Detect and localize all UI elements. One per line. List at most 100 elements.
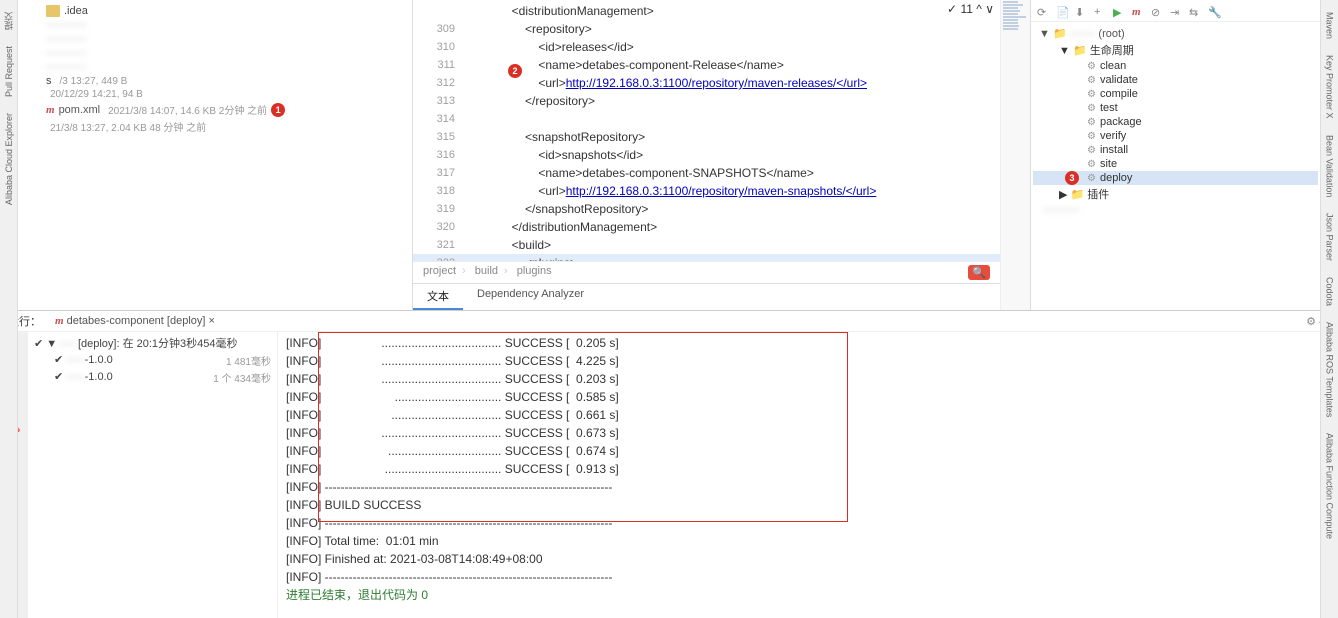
file-label: pom.xml — [59, 104, 101, 116]
console-line: [INFO] ---------------------------------… — [286, 568, 1312, 586]
code-line[interactable]: 315 <snapshotRepository> — [413, 128, 1000, 146]
tree-folder-idea[interactable]: .idea — [40, 4, 412, 18]
code-line[interactable]: 322 <plugins> — [413, 254, 1000, 261]
code-line[interactable]: 314 — [413, 110, 1000, 128]
run-tree-item[interactable]: ✔ ------1.0.0 1 个 434毫秒 — [30, 369, 275, 386]
gear-icon: ⚙ — [1087, 103, 1096, 114]
minimap[interactable] — [1000, 0, 1030, 310]
code-line[interactable]: 320 </distributionManagement> — [413, 218, 1000, 236]
refresh-icon[interactable]: ⟳ — [1037, 6, 1050, 19]
code-line[interactable]: 319 </snapshotRepository> — [413, 200, 1000, 218]
tree-file-pom[interactable]: m pom.xml 2021/3/8 14:07, 14.6 KB 2分钟 之前… — [40, 101, 412, 118]
code-line[interactable]: 316 <id>snapshots</id> — [413, 146, 1000, 164]
tree-item[interactable]: ----------- — [40, 32, 412, 46]
maven-item[interactable]: ---------- — [1033, 203, 1318, 217]
code-content: <name>detabes-component-SNAPSHOTS</name> — [465, 164, 814, 182]
breadcrumb[interactable]: project› build› plugins 🔍 — [413, 261, 1000, 283]
maven-goal-validate[interactable]: ⚙ validate — [1033, 73, 1318, 87]
code-content: <distributionManagement> — [465, 2, 654, 20]
tree-item[interactable]: 20/12/29 14:21, 94 B — [40, 88, 412, 101]
bc-item[interactable]: build — [475, 265, 498, 277]
side-tab-bean-validation[interactable]: Bean Validation — [1323, 129, 1337, 203]
side-tab-pull-request[interactable]: Pull Request — [2, 40, 16, 103]
run-icon[interactable]: ▶ — [1113, 6, 1126, 19]
add-icon[interactable]: + — [1094, 6, 1107, 19]
code-content: <id>releases</id> — [465, 38, 634, 56]
toggle-skip-tests-icon[interactable]: ⇥ — [1170, 6, 1183, 19]
maven-goal-site[interactable]: ⚙ site — [1033, 157, 1318, 171]
code-content: <build> — [465, 236, 551, 254]
bc-item[interactable]: project — [423, 265, 456, 277]
console-line: [INFO] .................................… — [286, 424, 1312, 442]
code-editor[interactable]: ✓ 11 ^ ∨ 2 <distributionManagement>309 <… — [413, 0, 1000, 310]
code-line[interactable]: 309 <repository> — [413, 20, 1000, 38]
tree-item[interactable]: ----------- — [40, 46, 412, 60]
collapse-icon[interactable]: ⇆ — [1189, 6, 1202, 19]
goal-label: deploy — [1100, 172, 1132, 184]
tab-text[interactable]: 文本 — [413, 284, 463, 310]
editor-bottom-tabs: 文本 Dependency Analyzer — [413, 283, 1000, 310]
gear-icon: ⚙ — [1087, 131, 1096, 142]
side-tab-json-parser[interactable]: Json Parser — [1323, 207, 1337, 267]
settings-icon[interactable]: 🔧 — [1208, 6, 1221, 19]
maven-root[interactable]: ▼ 📁 ------- (root) — [1033, 26, 1318, 41]
run-tree-root[interactable]: ✔ ▼ ---- [deploy]: 在 20:1分钟3秒454毫秒 — [30, 334, 275, 352]
code-line[interactable]: 311 <name>detabes-component-Release</nam… — [413, 56, 1000, 74]
search-icon[interactable]: 🔍 — [968, 265, 990, 280]
tree-item[interactable]: s /3 13:27, 449 B — [40, 74, 412, 88]
side-tab-alibaba-cloud[interactable]: Alibaba Cloud Explorer — [2, 107, 16, 211]
generate-sources-icon[interactable]: 📄 — [1056, 6, 1069, 19]
console-line: [INFO] .................................… — [286, 406, 1312, 424]
code-content: <url>http://192.168.0.3:1100/repository/… — [465, 182, 876, 200]
code-line[interactable]: 321 <build> — [413, 236, 1000, 254]
maven-plugins-node[interactable]: ▶ 📁 插件 — [1033, 185, 1318, 203]
gear-icon: ⚙ — [1087, 117, 1096, 128]
maven-goal-test[interactable]: ⚙ test — [1033, 101, 1318, 115]
side-tab-commit[interactable]: 提交 — [0, 6, 17, 36]
console-line: 进程已结束，退出代码为 0 — [286, 586, 1312, 604]
run-time: 1 个 434毫秒 — [213, 370, 271, 385]
code-content: <id>snapshots</id> — [465, 146, 643, 164]
code-line[interactable]: 312 <url>http://192.168.0.3:1100/reposit… — [413, 74, 1000, 92]
toggle-offline-icon[interactable]: ⊘ — [1151, 6, 1164, 19]
code-line[interactable]: 310 <id>releases</id> — [413, 38, 1000, 56]
tree-meta: 20/12/29 14:21, 94 B — [50, 89, 143, 100]
maven-icon[interactable]: m — [1132, 6, 1145, 19]
goal-label: test — [1100, 102, 1118, 114]
maven-goal-deploy[interactable]: 3⚙ deploy — [1033, 171, 1318, 185]
console-output[interactable]: [INFO] .................................… — [278, 332, 1320, 618]
maven-goal-package[interactable]: ⚙ package — [1033, 115, 1318, 129]
tab-dependency-analyzer[interactable]: Dependency Analyzer — [463, 284, 598, 310]
side-tab-alibaba-ros[interactable]: Alibaba ROS Templates — [1323, 316, 1337, 423]
goal-label: package — [1100, 116, 1142, 128]
gear-icon: ⚙ — [1087, 173, 1096, 184]
gear-icon: ⚙ — [1087, 159, 1096, 170]
maven-lifecycle[interactable]: ▼ 📁 生命周期 — [1033, 41, 1318, 59]
tree-item[interactable]: 21/3/8 13:27, 2.04 KB 48 分钟 之前 — [40, 118, 412, 135]
line-number: 320 — [413, 218, 465, 236]
code-content: <plugins> — [465, 254, 577, 261]
code-line[interactable]: <distributionManagement> — [413, 2, 1000, 20]
bc-item[interactable]: plugins — [517, 265, 552, 277]
line-number: 313 — [413, 92, 465, 110]
maven-goal-clean[interactable]: ⚙ clean — [1033, 59, 1318, 73]
side-tab-alibaba-fc[interactable]: Alibaba Function Compute — [1323, 427, 1337, 545]
side-tab-key-promoter[interactable]: Key Promoter X — [1323, 49, 1337, 125]
maven-goal-install[interactable]: ⚙ install — [1033, 143, 1318, 157]
code-line[interactable]: 313 </repository> — [413, 92, 1000, 110]
tree-item[interactable]: ----------- — [40, 60, 412, 74]
code-line[interactable]: 317 <name>detabes-component-SNAPSHOTS</n… — [413, 164, 1000, 182]
run-tab[interactable]: m detabes-component [deploy] × — [49, 313, 221, 329]
code-content: </repository> — [465, 92, 595, 110]
side-tab-codota[interactable]: Codota — [1323, 271, 1337, 312]
maven-goal-verify[interactable]: ⚙ verify — [1033, 129, 1318, 143]
side-tab-maven[interactable]: Maven — [1323, 6, 1337, 45]
code-line[interactable]: 318 <url>http://192.168.0.3:1100/reposit… — [413, 182, 1000, 200]
tree-item[interactable]: ----------- — [40, 18, 412, 32]
gear-icon: ⚙ — [1087, 75, 1096, 86]
left-tool-strip: 提交 Pull Request Alibaba Cloud Explorer — [0, 0, 18, 618]
maven-goal-compile[interactable]: ⚙ compile — [1033, 87, 1318, 101]
download-icon[interactable]: ⬇ — [1075, 6, 1088, 19]
goal-label: verify — [1100, 130, 1126, 142]
run-tree-item[interactable]: ✔ ------1.0.0 1 481毫秒 — [30, 352, 275, 369]
